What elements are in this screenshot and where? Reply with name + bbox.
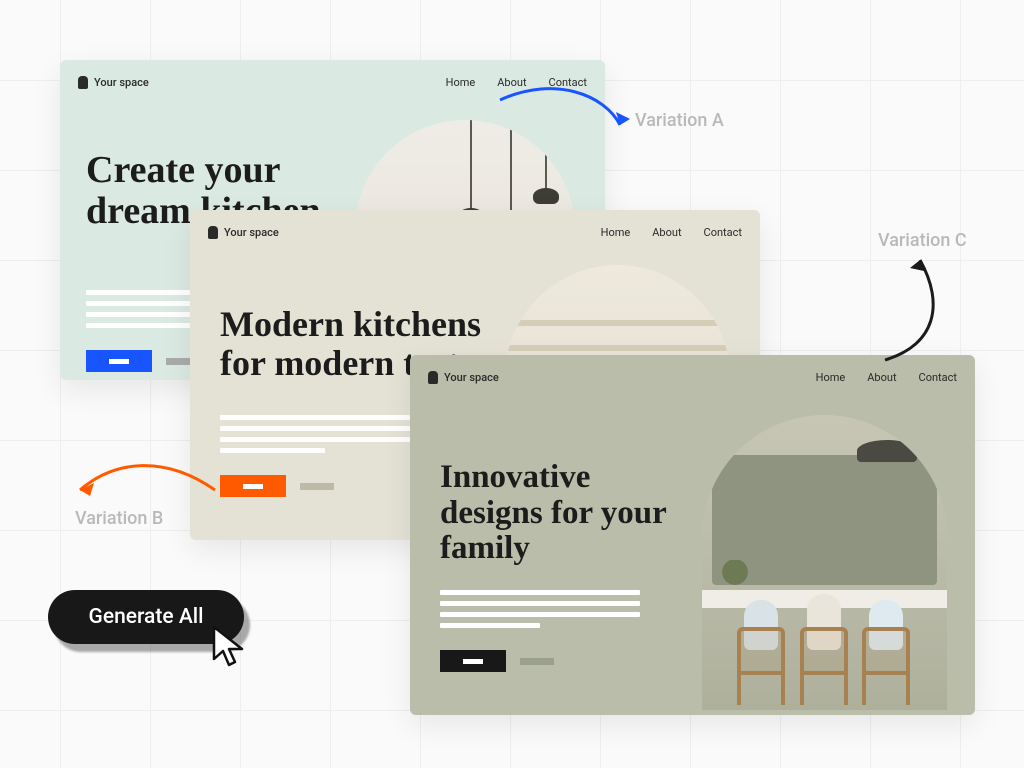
brand-name: Your space [224,226,279,239]
logo-icon [208,226,218,239]
cursor-icon [210,625,250,669]
nav-contact[interactable]: Contact [704,226,742,239]
body-placeholder [220,415,410,453]
arrow-to-a [495,80,645,140]
variation-label-a: Variation A [635,110,724,131]
primary-button-c[interactable] [440,650,506,672]
brand: Your space [78,76,149,89]
nav-contact[interactable]: Contact [919,371,957,384]
logo-icon [78,76,88,89]
nav-home[interactable]: Home [816,371,846,384]
variation-label-b: Variation B [75,508,163,529]
brand: Your space [208,226,279,239]
generate-all-label: Generate All [89,605,204,629]
card-nav: Your space Home About Contact [428,371,957,384]
hero-image-c [702,415,947,710]
brand-name: Your space [444,371,499,384]
brand: Your space [428,371,499,384]
nav-home[interactable]: Home [601,226,631,239]
nav-home[interactable]: Home [446,76,476,89]
primary-button-b[interactable] [220,475,286,497]
headline-c: Innovative designs for your family [440,460,700,567]
logo-icon [428,371,438,384]
brand-name: Your space [94,76,149,89]
variation-card-c: Your space Home About Contact Innovative… [410,355,975,715]
nav-about[interactable]: About [867,371,896,384]
arrow-to-b [65,450,225,510]
card-nav: Your space Home About Contact [208,226,742,239]
nav-about[interactable]: About [652,226,681,239]
arrow-to-c [880,250,970,370]
body-placeholder [440,590,640,628]
primary-button-a[interactable] [86,350,152,372]
variation-label-c: Variation C [878,230,967,251]
secondary-button-c[interactable] [520,658,554,665]
secondary-button-b[interactable] [300,483,334,490]
